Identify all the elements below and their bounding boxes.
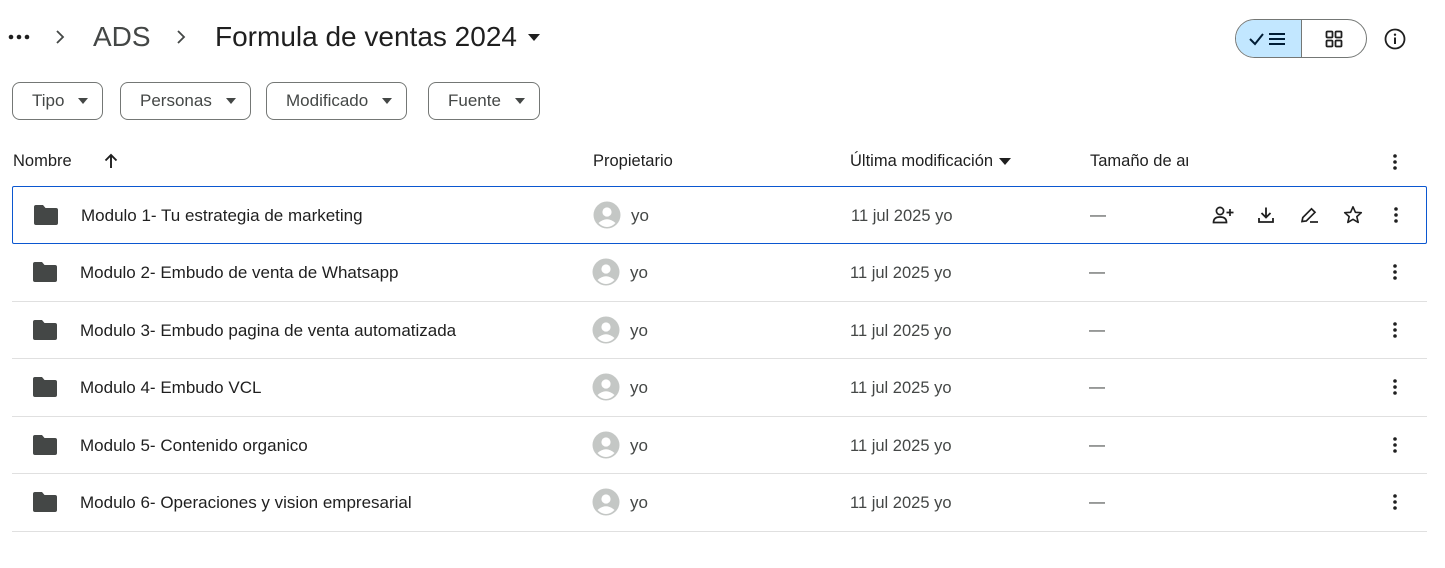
folder-icon [32,319,58,341]
file-name: Modulo 6- Operaciones y vision empresari… [80,493,412,512]
table-row[interactable]: Modulo 2- Embudo de venta de Whatsapp yo… [12,244,1427,302]
account-circle-icon [592,258,620,286]
modified-date: 11 jul 2025 yo [850,379,952,397]
more-vert-icon[interactable] [1384,318,1406,342]
caret-down-icon [382,96,393,106]
account-circle-icon [592,488,620,516]
owner-name: yo [630,263,648,282]
filter-modified-chip[interactable]: Modificado [266,82,408,120]
owner-name: yo [630,320,648,340]
folder-icon [32,376,58,398]
edit-icon[interactable] [1298,203,1322,227]
grid-view-icon [1325,30,1343,48]
account-circle-icon [592,316,620,344]
modified-date: 11 jul 2025 yo [850,494,952,512]
info-button[interactable] [1380,24,1410,54]
account-circle-icon [592,373,620,401]
list-view-button[interactable] [1236,20,1302,57]
chip-label: Tipo [32,91,65,110]
owner-name: yo [630,493,648,512]
caret-down-icon [527,30,541,44]
account-circle-icon [592,431,620,459]
caret-down-icon [225,96,236,106]
folder-icon [32,434,58,456]
chip-label: Fuente [448,91,501,110]
filter-people-chip[interactable]: Personas [120,82,251,120]
more-vert-icon[interactable] [1385,203,1407,227]
table-row[interactable]: Modulo 5- Contenido organico yo 11 jul 2… [12,417,1427,474]
modified-date: 11 jul 2025 yo [850,321,952,340]
column-header-modified[interactable]: Última modificación [850,150,1012,172]
download-icon[interactable] [1254,203,1278,227]
grid-view-button[interactable] [1302,20,1367,57]
chip-label: Modificado [286,91,369,110]
file-size: — [1089,436,1105,454]
account-circle-icon [593,201,621,229]
chevron-right-icon [169,25,193,49]
column-header-owner[interactable]: Propietario [593,150,673,172]
folder-icon [32,491,58,513]
file-name: Modulo 2- Embudo de venta de Whatsapp [80,263,399,282]
column-header-size[interactable]: Tamaño de archivo [1090,150,1188,172]
star-outline-icon[interactable] [1341,203,1365,227]
more-vert-icon[interactable] [1384,375,1406,399]
arrow-upward-icon[interactable] [101,150,121,172]
file-list: Modulo 1- Tu estrategia de marketing yo … [12,186,1427,532]
chip-label: Personas [140,91,212,110]
more-vert-icon[interactable] [1384,260,1406,284]
caret-down-icon [999,155,1012,167]
caret-down-icon [78,96,89,106]
file-name: Modulo 1- Tu estrategia de marketing [81,206,363,225]
file-size: — [1090,207,1106,224]
column-header-name[interactable]: Nombre [13,150,72,172]
owner-name: yo [630,435,648,455]
modified-date: 11 jul 2025 yo [851,207,953,225]
chevron-right-icon [48,25,72,49]
filter-type-chip[interactable]: Tipo [12,82,104,120]
file-size: — [1089,264,1105,281]
file-size: — [1089,321,1105,339]
modified-date: 11 jul 2025 yo [850,436,952,455]
breadcrumb-current-folder[interactable]: Formula de ventas 2024 [215,18,541,56]
view-toggle [1235,19,1367,58]
owner-name: yo [630,378,648,397]
file-name: Modulo 5- Contenido organico [80,435,308,455]
table-row[interactable]: Modulo 3- Embudo pagina de venta automat… [12,302,1427,359]
page-title: Formula de ventas 2024 [215,21,517,52]
table-row[interactable]: Modulo 1- Tu estrategia de marketing yo … [12,186,1427,244]
info-icon [1384,28,1406,50]
caret-down-icon [514,96,525,106]
file-name: Modulo 4- Embudo VCL [80,378,262,397]
list-view-icon [1248,30,1288,48]
file-size: — [1089,379,1105,396]
owner-name: yo [631,206,649,225]
modified-date: 11 jul 2025 yo [850,264,952,282]
breadcrumb-more-icon[interactable] [6,24,32,50]
filter-source-chip[interactable]: Fuente [428,82,540,120]
folder-icon [32,261,58,283]
table-row[interactable]: Modulo 6- Operaciones y vision empresari… [12,474,1427,532]
header: ADS Formula de ventas 2024 [0,0,1445,76]
more-vert-icon[interactable] [1384,433,1406,457]
folder-icon [33,204,59,226]
breadcrumb-parent[interactable]: ADS [93,18,151,56]
person-add-icon[interactable] [1211,203,1235,227]
more-vert-icon[interactable] [1384,490,1406,514]
table-row[interactable]: Modulo 4- Embudo VCL yo 11 jul 2025 yo — [12,359,1427,417]
file-size: — [1089,494,1105,511]
more-vert-icon[interactable] [1384,150,1406,174]
column-header-modified-label: Última modificación [850,152,994,170]
file-name: Modulo 3- Embudo pagina de venta automat… [80,320,457,340]
